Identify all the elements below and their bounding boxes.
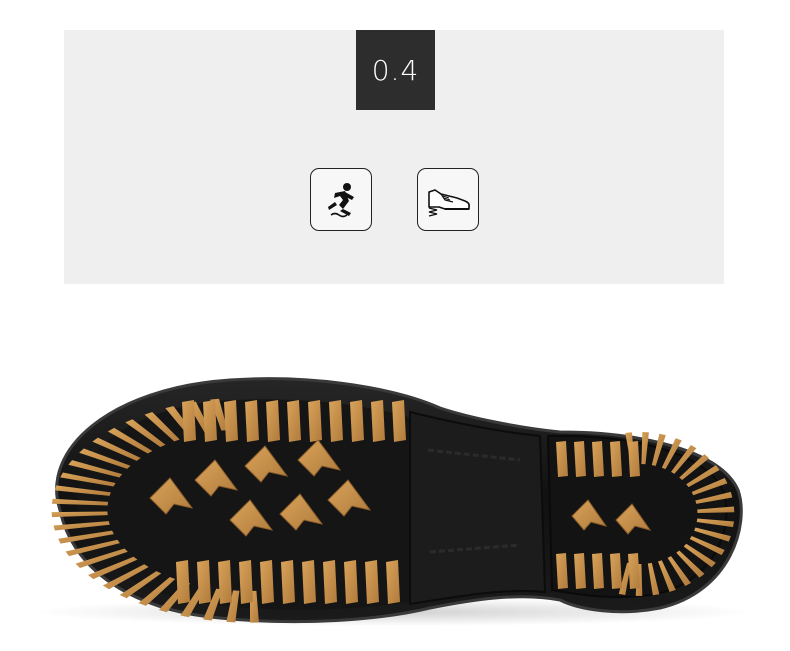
tread-lug: [239, 560, 253, 604]
tread-lug: [308, 400, 322, 442]
tread-lug: [218, 560, 232, 604]
tread-lug: [386, 560, 400, 604]
tread-lug: [302, 560, 316, 604]
shoe-outsole-photo: [0, 300, 790, 651]
product-detail-page: 0.4: [0, 0, 790, 651]
tread-lug: [592, 553, 604, 589]
tread-lug: [610, 553, 622, 589]
tread-lug: [281, 560, 295, 604]
tread-lug: [628, 553, 640, 589]
tread-lug: [556, 553, 568, 589]
tread-lug: [574, 553, 586, 589]
tread-lug: [592, 441, 604, 477]
tread-lug: [344, 560, 358, 604]
tread-lug: [203, 400, 217, 442]
slip-coefficient-label: 0.4: [356, 30, 435, 110]
tread-lug: [224, 400, 238, 442]
tread-lug: [323, 560, 337, 604]
tread-lug: [287, 400, 301, 442]
tread-lug: [392, 400, 406, 442]
tread-lug: [365, 560, 379, 604]
tread-lug: [574, 441, 586, 477]
tread-lug: [245, 400, 259, 442]
tread-lug: [266, 400, 280, 442]
tread-lug: [556, 441, 568, 477]
tread-lug: [260, 560, 274, 604]
tread-lug: [350, 400, 364, 442]
tread-lug: [182, 400, 196, 442]
feature-panel: 0.4: [64, 30, 724, 284]
tread-lug: [197, 560, 211, 604]
shoe-spring-icon: [417, 168, 479, 231]
tread-lug: [628, 441, 640, 477]
tread-lug: [610, 441, 622, 477]
tread-lug: [176, 560, 190, 604]
anti-slip-icon: [310, 168, 372, 231]
tread-lug: [371, 400, 385, 442]
tread-lug: [329, 400, 343, 442]
